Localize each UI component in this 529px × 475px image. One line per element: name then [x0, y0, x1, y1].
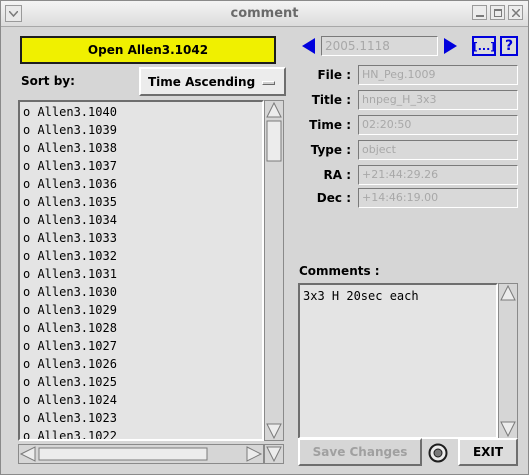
scrollbar-corner — [264, 444, 284, 464]
list-item[interactable]: o Allen3.1034 — [23, 211, 117, 229]
list-vertical-scrollbar[interactable] — [264, 100, 284, 441]
hscrollbar-thumb — [38, 447, 208, 461]
file-field[interactable]: HN_Peg.1009 — [358, 65, 518, 85]
dec-label: Dec : — [316, 191, 351, 205]
list-item[interactable]: o Allen3.1037 — [23, 157, 117, 175]
time-label: Time : — [309, 118, 351, 132]
title-label: Title : — [311, 93, 351, 107]
save-changes-button[interactable]: Save Changes — [298, 438, 422, 466]
sort-label: Sort by: — [21, 74, 75, 88]
open-file-button[interactable]: Open Allen3.1042 — [20, 36, 276, 64]
comments-label: Comments : — [299, 264, 380, 278]
list-item[interactable]: o Allen3.1024 — [23, 391, 117, 409]
maximize-icon[interactable] — [490, 5, 505, 20]
browse-button[interactable]: [...] — [472, 36, 496, 56]
ra-label: RA : — [323, 168, 351, 182]
comments-scroll-up-icon — [500, 284, 516, 301]
arrow-right-icon[interactable] — [441, 37, 459, 55]
list-item[interactable]: o Allen3.1025 — [23, 373, 117, 391]
arrow-left-icon[interactable] — [300, 37, 318, 55]
type-label: Type : — [310, 143, 351, 157]
type-field[interactable]: object — [358, 140, 518, 160]
list-item[interactable]: o Allen3.1022 — [23, 427, 117, 439]
list-item[interactable]: o Allen3.1035 — [23, 193, 117, 211]
scroll-right-arrow-icon — [246, 446, 263, 462]
list-item[interactable]: o Allen3.1026 — [23, 355, 117, 373]
help-button[interactable]: ? — [500, 36, 518, 56]
list-item[interactable]: o Allen3.1038 — [23, 139, 117, 157]
comments-scrollbar[interactable] — [498, 283, 518, 439]
time-field[interactable]: 02:20:50 — [358, 115, 518, 135]
list-item[interactable]: o Allen3.1027 — [23, 337, 117, 355]
window-title: comment — [230, 6, 299, 21]
comments-scroll-down-icon — [500, 421, 516, 438]
list-item[interactable]: o Allen3.1023 — [23, 409, 117, 427]
comment-window: comment Open Allen3.1042 Sort by: Time A… — [0, 0, 529, 475]
sort-dropdown[interactable]: Time Ascending — [139, 67, 286, 96]
observation-list[interactable]: o Allen3.1040 o Allen3.1039 o Allen3.1038 o… — [18, 100, 264, 441]
ra-field[interactable]: +21:44:29.26 — [358, 165, 518, 185]
sort-dropdown-value: Time Ascending — [148, 74, 256, 89]
list-item[interactable]: o Allen3.1039 — [23, 121, 117, 139]
dropdown-indicator-icon — [262, 81, 275, 85]
list-item[interactable]: o Allen3.1029 — [23, 301, 117, 319]
list-item[interactable]: o Allen3.1032 — [23, 247, 117, 265]
list-item[interactable]: o Allen3.1036 — [23, 175, 117, 193]
list-item[interactable]: o Allen3.1030 — [23, 283, 117, 301]
file-label: File : — [317, 68, 351, 82]
dec-field[interactable]: +14:46:19.00 — [358, 188, 518, 208]
list-item[interactable]: o Allen3.1040 — [23, 103, 117, 121]
comments-textarea[interactable]: 3x3 H 20sec each — [298, 283, 498, 439]
close-icon[interactable] — [508, 5, 523, 20]
list-horizontal-scrollbar[interactable] — [18, 444, 264, 464]
exit-button[interactable]: EXIT — [458, 438, 518, 466]
minimize-icon[interactable] — [472, 5, 487, 20]
list-item[interactable]: o Allen3.1033 — [23, 229, 117, 247]
list-item[interactable]: o Allen3.1028 — [23, 319, 117, 337]
list-item[interactable]: o Allen3.1031 — [23, 265, 117, 283]
scrollbar-thumb — [266, 120, 282, 162]
date-field[interactable]: 2005.1118 — [321, 36, 438, 56]
title-field[interactable]: hnpeg_H_3x3 — [358, 90, 518, 110]
busy-indicator-icon — [427, 442, 449, 464]
scroll-down-arrow-icon — [266, 423, 282, 440]
scroll-left-arrow-icon — [19, 446, 36, 462]
scroll-up-arrow-icon — [266, 101, 282, 118]
title-bar: comment — [1, 1, 528, 27]
